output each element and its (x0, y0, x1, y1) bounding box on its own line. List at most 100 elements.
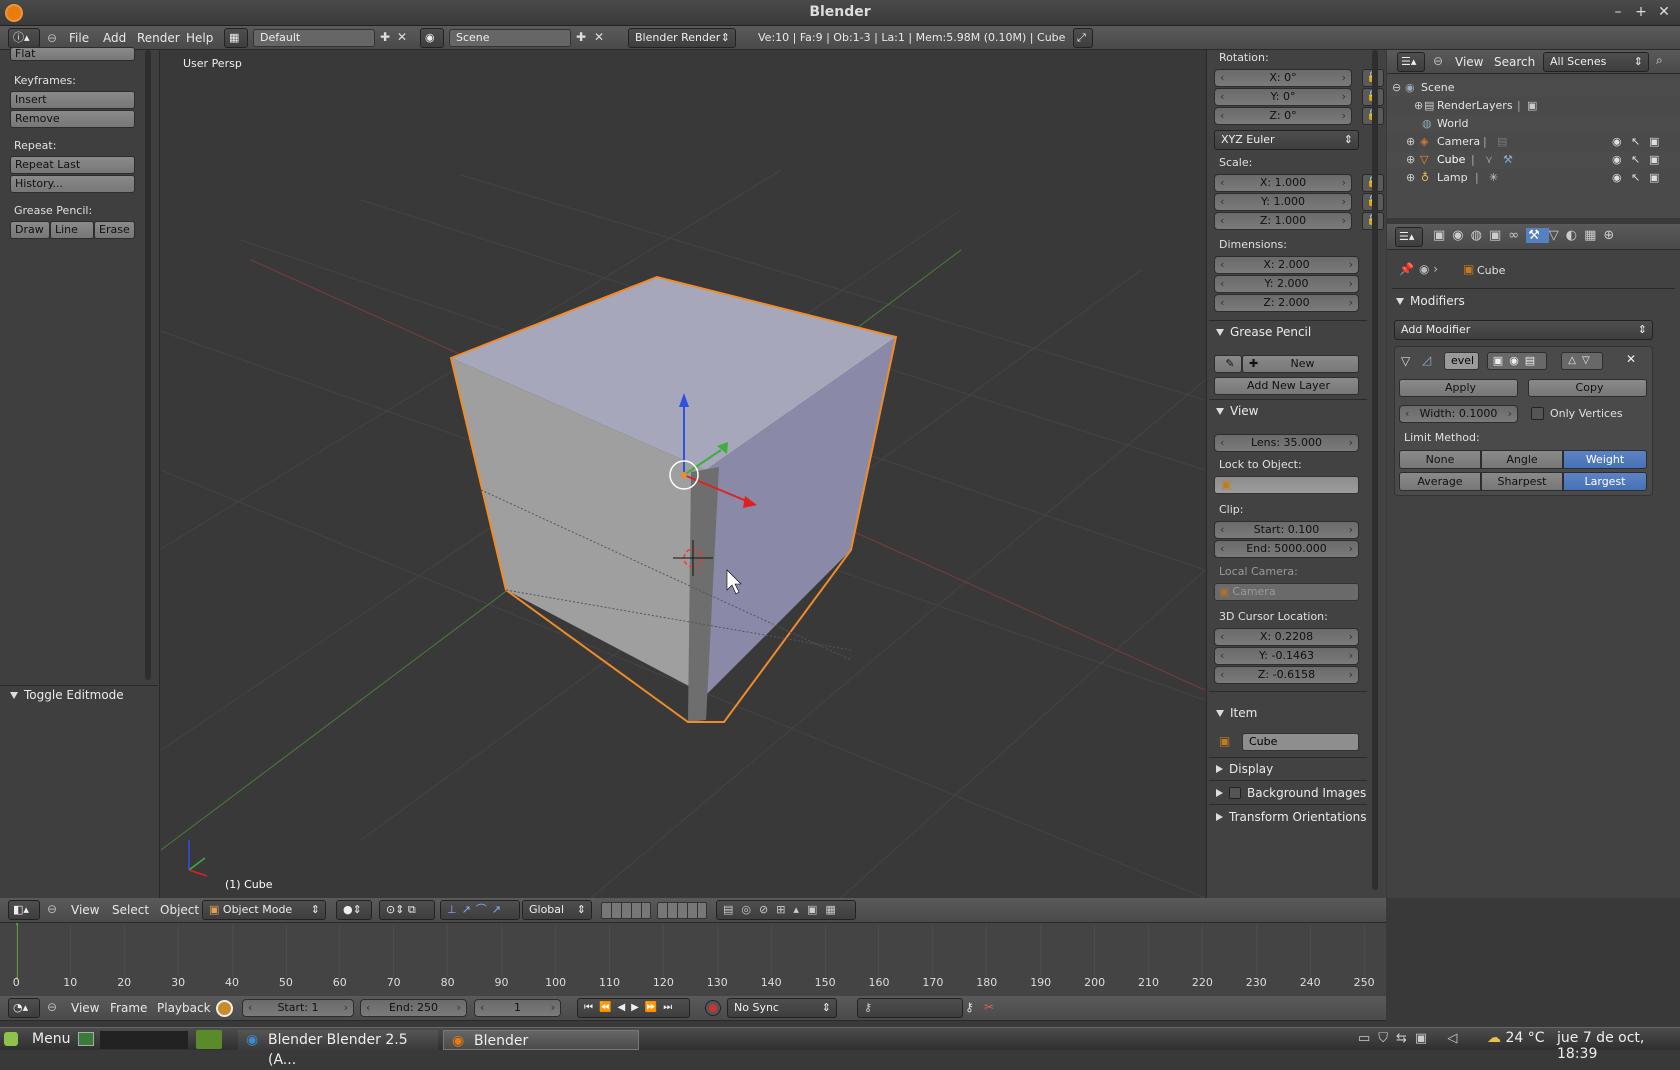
gp-line-button[interactable]: Line (50, 221, 94, 239)
show-desktop-icon[interactable] (78, 1032, 94, 1046)
item-name-field[interactable]: Cube (1242, 733, 1359, 751)
limit-weight-button[interactable]: Weight (1563, 450, 1647, 469)
render-engine-dropdown[interactable]: Blender Render ⇕ (628, 28, 736, 48)
collapse-menu-icon[interactable]: ⊖ (1433, 54, 1443, 68)
pencil-icon[interactable]: ✎ (1214, 355, 1242, 373)
local-camera-field[interactable]: ▣ Camera (1214, 583, 1359, 601)
scale-x-field[interactable]: X: 1.000 (1214, 174, 1352, 192)
remove-modifier-icon[interactable]: ✕ (1626, 352, 1636, 366)
toggle-editmode-panel[interactable]: Toggle Editmode (10, 688, 124, 702)
gp-draw-button[interactable]: Draw (10, 221, 50, 239)
remove-keyframe-button[interactable]: Remove (10, 110, 135, 128)
layer-buttons-2[interactable] (657, 902, 707, 919)
outliner-row-renderlayers[interactable]: ⊕ ▤ RenderLayers | ▣ (1387, 97, 1680, 115)
outliner-editor-type[interactable]: ☰▴ (1397, 52, 1425, 72)
bg-images-checkbox[interactable] (1229, 787, 1241, 799)
snap-render-toggles[interactable]: ▤◎⊘⊞▴▣▦ (716, 900, 856, 920)
view3d-menu-select[interactable]: Select (112, 903, 149, 917)
scene-icon[interactable]: ◉ (420, 28, 444, 48)
scene-field[interactable]: Scene (449, 29, 571, 47)
history-button[interactable]: History... (10, 175, 135, 193)
outliner-row-lamp[interactable]: ⊕ ♁ Lamp | ✳ ◉ ↖ ▣ (1387, 169, 1680, 187)
timeline-editor-type[interactable]: ◔▴ (8, 998, 40, 1018)
rotation-mode-dropdown[interactable]: XYZ Euler ⇕ (1214, 130, 1359, 150)
layout-field[interactable]: Default (253, 29, 375, 47)
shading-dropdown[interactable]: ●⇕ (336, 900, 372, 920)
record-icon[interactable] (705, 1000, 721, 1016)
playback-controls[interactable]: ⏮⏪◀▶⏩⏭ (577, 998, 690, 1018)
collapse-menu-icon[interactable]: ⊖ (47, 31, 57, 45)
timeline-menu-view[interactable]: View (71, 1001, 99, 1015)
timeline-area[interactable] (0, 923, 1386, 1003)
apply-modifier-button[interactable]: Apply (1399, 379, 1518, 397)
launcher-icon[interactable] (196, 1030, 222, 1049)
modifier-move-buttons[interactable]: △▽ (1561, 352, 1603, 370)
start-frame-field[interactable]: Start: 1 (242, 999, 354, 1017)
add-scene-icon[interactable]: ✚ (576, 30, 586, 44)
modifiers-panel[interactable]: Modifiers (1396, 294, 1465, 308)
weather-temp[interactable]: ☁ 24 °C (1487, 1030, 1545, 1046)
item-panel[interactable]: Item (1216, 706, 1257, 720)
width-largest-button[interactable]: Largest (1563, 472, 1647, 491)
view3d-menu-view[interactable]: View (71, 903, 99, 917)
transform-orientations-panel[interactable]: Transform Orientations (1216, 810, 1367, 824)
cursor-z-field[interactable]: Z: -0.6158 (1214, 666, 1359, 684)
copy-modifier-button[interactable]: Copy (1528, 379, 1647, 397)
sync-dropdown[interactable]: No Sync ⇕ (727, 998, 837, 1018)
background-images-panel[interactable]: Background Images (1216, 786, 1366, 800)
task-blender-25[interactable]: ◉ Blender Blender 2.5 (A... (238, 1030, 438, 1068)
layout-icon[interactable]: ▦ (224, 28, 248, 48)
outliner-menu-view[interactable]: View (1455, 55, 1483, 69)
clip-start-field[interactable]: Start: 0.100 (1214, 521, 1359, 539)
end-frame-field[interactable]: End: 250 (360, 999, 467, 1017)
modifier-name-field[interactable]: evel (1444, 352, 1479, 370)
scale-y-field[interactable]: Y: 1.000 (1214, 193, 1352, 211)
outliner-row-scene[interactable]: ⊖ ◉ Scene (1387, 79, 1680, 97)
workspace-switcher[interactable] (100, 1031, 188, 1049)
current-frame-field[interactable]: 1 (474, 999, 561, 1017)
view3d-editor-type[interactable]: ◧▴ (8, 900, 40, 920)
menu-file[interactable]: File (69, 31, 89, 45)
view3d-menu-object[interactable]: Object (160, 903, 199, 917)
rotation-y-field[interactable]: Y: 0° (1214, 88, 1352, 106)
dim-x-field[interactable]: X: 2.000 (1214, 256, 1359, 274)
gp-new-button[interactable]: ✚ New (1242, 355, 1359, 373)
timeline-menu-frame[interactable]: Frame (110, 1001, 147, 1015)
display-panel[interactable]: Display (1216, 762, 1273, 776)
timeline-scrollbar[interactable] (1370, 923, 1380, 999)
width-sharpest-button[interactable]: Sharpest (1481, 472, 1563, 491)
lock-to-object-field[interactable]: ▣ (1214, 476, 1359, 494)
add-layout-icon[interactable]: ✚ (380, 30, 390, 44)
remove-layout-icon[interactable]: ✕ (397, 30, 407, 44)
menu-button[interactable]: Menu (32, 1031, 70, 1047)
scale-z-field[interactable]: Z: 1.000 (1214, 212, 1352, 230)
properties-editor-type[interactable]: ☰▴ (1395, 227, 1423, 247)
outliner-filter-dropdown[interactable]: All Scenes ⇕ (1543, 52, 1649, 72)
timeline-menu-playback[interactable]: Playback (157, 1001, 211, 1015)
add-modifier-dropdown[interactable]: Add Modifier ⇕ (1394, 320, 1653, 340)
gp-erase-button[interactable]: Erase (94, 221, 135, 239)
menu-add[interactable]: Add (103, 31, 126, 45)
toolshelf-scrollbar[interactable] (145, 50, 151, 680)
clock[interactable]: jue 7 de oct, 18:39 (1557, 1030, 1680, 1062)
collapse-menu-icon[interactable]: ⊖ (47, 1000, 57, 1014)
task-blender[interactable]: ◉ Blender (443, 1030, 639, 1050)
properties-context-tabs[interactable]: ▣◉◍▣∞ ⚒ ▽◐▦⊕ (1433, 228, 1673, 248)
lens-field[interactable]: Lens: 35.000 (1214, 434, 1359, 452)
outliner-row-camera[interactable]: ⊕ ◈ Camera | ▤ ◉ ↖ ▣ (1387, 133, 1680, 151)
cursor-x-field[interactable]: X: 0.2208 (1214, 628, 1359, 646)
outliner-menu-search[interactable]: Search (1494, 55, 1535, 69)
orientation-dropdown[interactable]: Global ⇕ (522, 900, 592, 920)
limit-none-button[interactable]: None (1399, 450, 1481, 469)
grease-pencil-panel[interactable]: Grease Pencil (1216, 325, 1311, 339)
close-button[interactable]: ✕ (1655, 3, 1673, 21)
system-tray-icons[interactable]: ▭⛉⇆▣ ◁ (1358, 1031, 1465, 1046)
remove-scene-icon[interactable]: ✕ (594, 30, 604, 44)
fullscreen-icon[interactable]: ⤢ (1073, 28, 1093, 48)
search-icon[interactable]: ⌕ (1656, 53, 1663, 68)
delete-key-icon[interactable]: ✂ (984, 1000, 994, 1014)
minimize-button[interactable]: – (1609, 3, 1627, 21)
n-panel-scrollbar[interactable] (1372, 50, 1378, 890)
repeat-last-button[interactable]: Repeat Last (10, 156, 135, 174)
viewport-3d[interactable]: User Persp (1) Cube (161, 50, 1205, 898)
